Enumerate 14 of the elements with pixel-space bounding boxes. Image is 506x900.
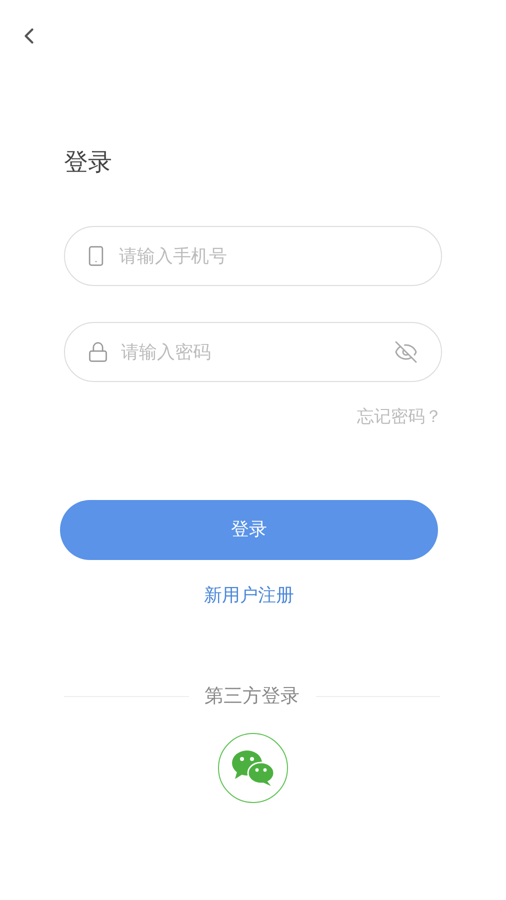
eye-off-icon — [393, 340, 419, 364]
password-field[interactable]: 请输入密码 — [64, 322, 442, 382]
phone-input[interactable]: 请输入手机号 — [119, 242, 421, 270]
page-title: 登录 — [64, 149, 112, 176]
visibility-toggle[interactable] — [393, 340, 419, 364]
third-party-label: 第三方登录 — [204, 684, 300, 708]
phone-field[interactable]: 请输入手机号 — [64, 226, 442, 286]
register-link[interactable]: 新用户注册 — [204, 582, 294, 608]
lock-icon — [87, 340, 109, 364]
wechat-login-button[interactable] — [218, 733, 288, 803]
login-button[interactable]: 登录 — [60, 500, 438, 560]
password-input[interactable]: 请输入密码 — [121, 338, 381, 366]
forgot-password-link[interactable]: 忘记密码？ — [357, 404, 442, 430]
chat-bubbles-icon — [231, 749, 275, 787]
